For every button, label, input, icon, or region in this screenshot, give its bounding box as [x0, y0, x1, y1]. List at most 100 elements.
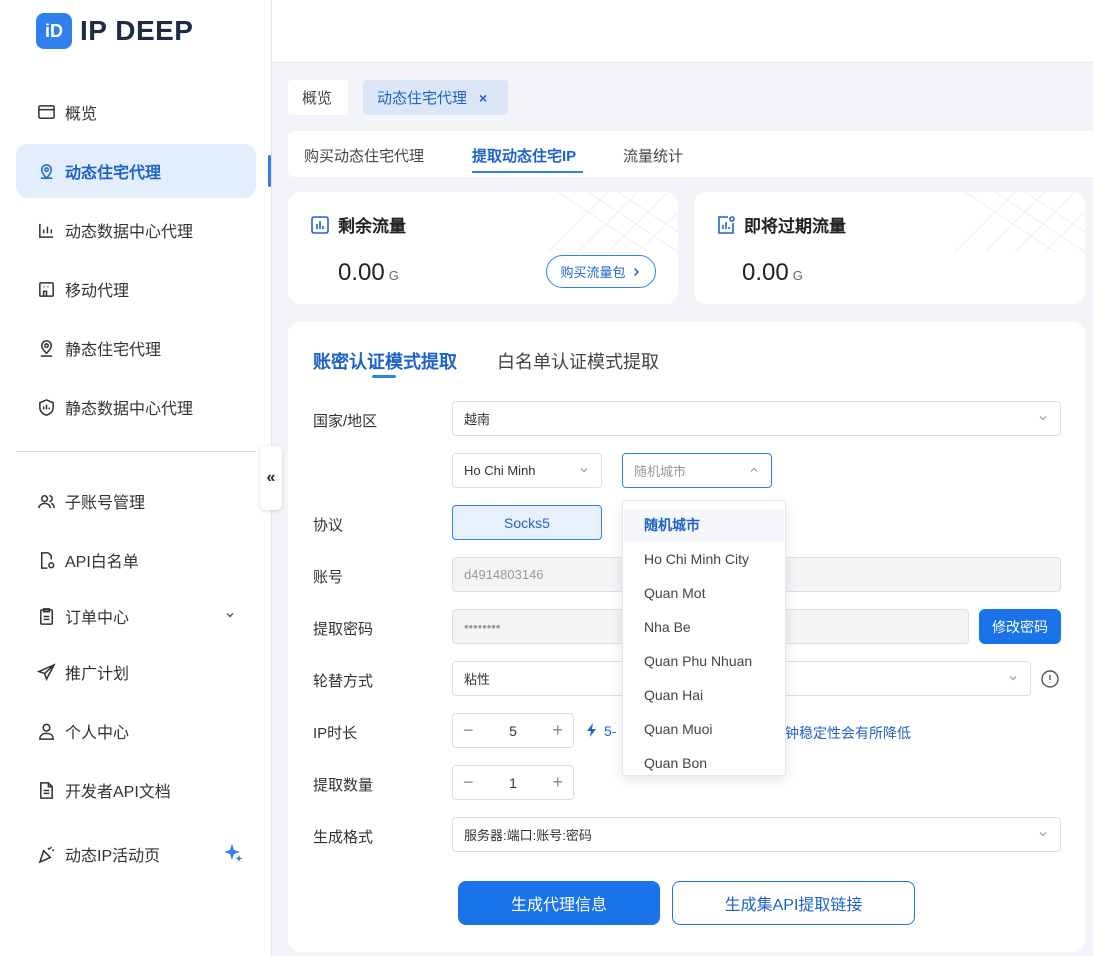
tab-password-auth[interactable]: 账密认证模式提取 [313, 348, 457, 374]
sidebar-item-label: 静态数据中心代理 [65, 401, 194, 418]
city-option[interactable]: Nha Be [624, 611, 784, 643]
duration-stepper[interactable]: − 5 + [452, 713, 574, 748]
plus-icon[interactable]: + [552, 720, 563, 741]
tab-dynamic-residential[interactable]: 动态住宅代理 × [363, 80, 508, 115]
party-icon [36, 844, 56, 864]
subtab-buy[interactable]: 购买动态住宅代理 [304, 145, 424, 166]
remaining-traffic-value: 0.00 G [338, 259, 399, 287]
generate-api-link-button[interactable]: 生成集API提取链接 [672, 881, 915, 925]
province-value: Ho Chi Minh [464, 463, 536, 478]
city-option[interactable]: Quan Hai [624, 679, 784, 711]
sidebar-item-label: 个人中心 [65, 725, 130, 742]
buy-traffic-button[interactable]: 购买流量包 [546, 255, 656, 288]
chevron-down-icon [580, 468, 588, 473]
pin-icon [36, 338, 56, 358]
generate-proxy-button[interactable]: 生成代理信息 [458, 881, 660, 925]
rotation-label: 轮替方式 [313, 673, 374, 690]
city-option[interactable]: Quan Muoi [624, 713, 784, 745]
sidebar-item-label: 开发者API文档 [65, 784, 171, 801]
duration-hint-prefix: 5- [604, 723, 617, 739]
chevron-right-icon [633, 267, 639, 276]
sparkle-icon [222, 842, 244, 869]
sidebar: iD IP DEEP 概览 动态住宅代理 动态数据中心代理 移动代理 静态住宅代… [0, 0, 272, 956]
country-select[interactable]: 越南 [452, 401, 1061, 436]
chart-icon [36, 220, 56, 240]
chevron-down-icon [224, 608, 236, 626]
file-icon [36, 780, 56, 800]
sidebar-divider [16, 451, 256, 452]
country-value: 越南 [464, 412, 491, 427]
stat-unit: G [388, 268, 399, 283]
expiring-traffic-value: 0.00 G [742, 259, 803, 287]
account-label: 账号 [313, 569, 344, 586]
format-select[interactable]: 服务器:端口:账号:密码 [452, 817, 1061, 852]
tab-label: 动态住宅代理 [377, 90, 468, 107]
city-option[interactable]: Quan Bon [624, 747, 784, 775]
sidebar-item-profile[interactable]: 个人中心 [16, 704, 256, 758]
plus-icon[interactable]: + [552, 772, 563, 793]
sidebar-item-static-datacenter[interactable]: 静态数据中心代理 [16, 380, 256, 434]
sidebar-item-activity[interactable]: 动态IP活动页 [16, 827, 256, 881]
expiring-traffic-title: 即将过期流量 [716, 212, 846, 237]
top-bar [272, 0, 1093, 63]
sidebar-item-label: 静态住宅代理 [65, 342, 162, 359]
city-option[interactable]: Quan Phu Nhuan [624, 645, 784, 677]
change-password-button[interactable]: 修改密码 [979, 609, 1061, 644]
protocol-label: 协议 [313, 517, 344, 534]
sidebar-item-orders[interactable]: 订单中心 [16, 589, 256, 643]
lightning-icon [587, 723, 596, 737]
subtab-indicator [472, 171, 583, 173]
logo-mark: iD [36, 13, 72, 49]
chart-clock-icon [718, 215, 735, 234]
tab-overview[interactable]: 概览 [288, 80, 348, 115]
users-icon [36, 491, 56, 511]
close-icon[interactable]: × [479, 90, 487, 106]
sidebar-item-label: 移动代理 [65, 283, 130, 300]
sidebar-item-api-whitelist[interactable]: API白名单 [16, 533, 256, 587]
quantity-stepper[interactable]: − 1 + [452, 765, 574, 800]
user-icon [36, 721, 56, 741]
sidebar-item-label: 动态住宅代理 [65, 165, 162, 182]
sidebar-item-label: 动态IP活动页 [65, 848, 161, 865]
clipboard-icon [36, 606, 56, 626]
city-option[interactable]: Quan Mot [624, 577, 784, 609]
country-label: 国家/地区 [313, 413, 378, 430]
sidebar-item-label: 子账号管理 [65, 495, 146, 512]
city-placeholder: 随机城市 [634, 464, 687, 479]
sidebar-item-static-residential[interactable]: 静态住宅代理 [16, 321, 256, 375]
sub-tabs: 购买动态住宅代理 提取动态住宅IP 流量统计 [288, 131, 1093, 177]
sidebar-item-promotion[interactable]: 推广计划 [16, 645, 256, 699]
protocol-socks5-option[interactable]: Socks5 [452, 505, 602, 540]
sidebar-item-mobile[interactable]: 移动代理 [16, 262, 256, 316]
sidebar-item-dynamic-residential[interactable]: 动态住宅代理 [16, 144, 256, 198]
stat-value: 0.00 [338, 259, 385, 286]
city-option[interactable]: Ho Chi Minh City [624, 543, 784, 575]
remaining-traffic-title: 剩余流量 [310, 212, 406, 237]
tab-label: 概览 [302, 90, 333, 107]
buy-traffic-label: 购买流量包 [560, 265, 626, 280]
city-option[interactable]: 随机城市 [624, 509, 784, 541]
document-gear-icon [36, 550, 56, 570]
sidebar-collapse-button[interactable]: « [260, 446, 282, 510]
info-icon[interactable] [1040, 669, 1060, 689]
sidebar-item-sub-accounts[interactable]: 子账号管理 [16, 474, 256, 528]
sidebar-item-dynamic-datacenter[interactable]: 动态数据中心代理 [16, 203, 256, 257]
logo[interactable]: iD IP DEEP [36, 13, 193, 49]
tab-whitelist-auth[interactable]: 白名单认证模式提取 [497, 348, 659, 374]
chevron-down-icon [1039, 416, 1047, 421]
expiring-traffic-card: 即将过期流量 0.00 G [694, 192, 1085, 304]
remaining-traffic-card: 剩余流量 0.00 G 购买流量包 [288, 192, 678, 304]
sidebar-item-api-docs[interactable]: 开发者API文档 [16, 763, 256, 817]
location-icon [36, 161, 56, 181]
stat-title-text: 剩余流量 [338, 217, 406, 236]
sidebar-item-label: API白名单 [65, 554, 139, 571]
subtab-extract[interactable]: 提取动态住宅IP [472, 145, 576, 166]
password-label: 提取密码 [313, 621, 374, 638]
province-select[interactable]: Ho Chi Minh [452, 453, 602, 488]
subtab-stats[interactable]: 流量统计 [623, 145, 683, 166]
city-select[interactable]: 随机城市 [622, 453, 772, 488]
sidebar-item-label: 概览 [65, 106, 98, 123]
duration-label: IP时长 [313, 725, 358, 742]
sidebar-item-overview[interactable]: 概览 [16, 85, 256, 139]
stat-value: 0.00 [742, 259, 789, 286]
